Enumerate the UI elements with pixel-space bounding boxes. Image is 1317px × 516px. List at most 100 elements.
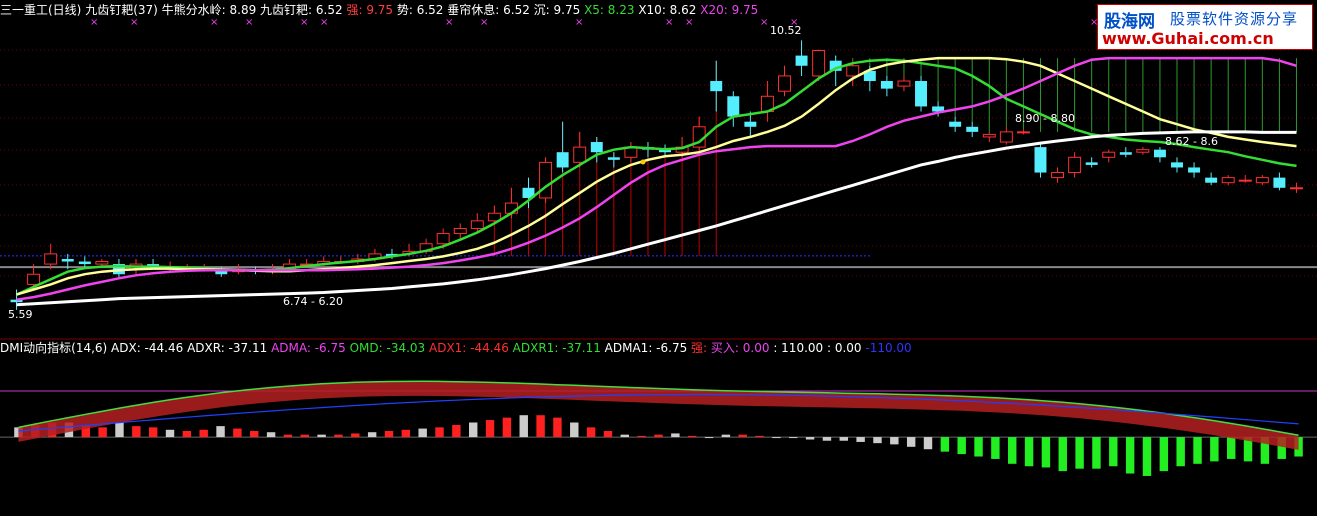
candle-59 <box>1016 131 1030 134</box>
dmi-bar-22 <box>384 431 394 438</box>
candle-26 <box>453 227 467 235</box>
dmi-bar-39 <box>671 433 680 438</box>
top-marker-5: × <box>320 17 328 28</box>
dmi-bar-44 <box>755 435 764 438</box>
dmi-bar-38 <box>654 434 663 438</box>
candle-27 <box>470 220 484 229</box>
dmi-bar-10 <box>182 431 192 438</box>
dmi-bar-33 <box>570 422 579 438</box>
dmi-bar-66 <box>1125 437 1135 474</box>
top-marker-2: × <box>210 17 218 28</box>
candle-25 <box>436 233 450 245</box>
ma-line-X10 <box>16 56 1297 296</box>
top-marker-11: × <box>760 17 768 28</box>
dmi-bar-29 <box>502 417 512 438</box>
dmi-bar-41 <box>704 437 714 439</box>
top-marker-12: × <box>790 17 798 28</box>
candle-74 <box>1273 177 1286 188</box>
candle-42 <box>727 96 740 117</box>
dmi-bar-63 <box>1075 437 1084 469</box>
candle-56 <box>966 126 979 132</box>
logo-slogan: 股票软件资源分享 <box>1170 10 1299 28</box>
candle-41 <box>710 81 723 92</box>
candle-34 <box>590 142 603 153</box>
dmi-bar-17 <box>300 434 309 438</box>
candle-52 <box>897 80 911 87</box>
signal-dot <box>640 159 646 165</box>
candle-58 <box>999 131 1013 143</box>
top-marker-3: × <box>245 17 253 28</box>
dmi-bar-60 <box>1024 437 1034 467</box>
dmi-bar-16 <box>283 434 293 438</box>
candle-4 <box>78 261 91 265</box>
dmi-bar-55 <box>940 437 950 452</box>
dmi-bar-69 <box>1176 437 1185 467</box>
dmi-bar-6 <box>115 422 124 438</box>
candle-68 <box>1171 162 1183 168</box>
dmi-bar-65 <box>1109 437 1118 467</box>
candle-46 <box>795 55 808 66</box>
dmi-bar-30 <box>519 415 528 438</box>
candle-70 <box>1205 177 1218 183</box>
dmi-bar-27 <box>469 422 478 438</box>
dmi-bar-59 <box>1008 437 1017 464</box>
candle-63 <box>1085 162 1098 165</box>
candle-31 <box>539 161 553 199</box>
label-low: 6.74 - 6.20 <box>283 295 343 308</box>
candle-60 <box>1034 147 1047 173</box>
dmi-bar-43 <box>738 434 747 438</box>
dmi-bar-45 <box>772 437 781 439</box>
logo-url: www.Guhai.com.cn <box>1102 29 1274 48</box>
candle-2 <box>44 253 58 265</box>
dmi-bar-32 <box>553 417 562 438</box>
candle-55 <box>949 121 962 127</box>
label-right: 8.62 - 8.6 <box>1165 135 1218 148</box>
candle-64 <box>1102 151 1116 158</box>
candle-66 <box>1136 149 1150 153</box>
dmi-bar-11 <box>199 429 208 438</box>
candle-53 <box>915 81 927 107</box>
candle-71 <box>1221 177 1235 184</box>
dmi-bar-56 <box>957 437 966 455</box>
dmi-bar-24 <box>418 428 427 438</box>
dmi-bar-14 <box>250 431 259 438</box>
top-marker-10: × <box>685 17 693 28</box>
dmi-bar-5 <box>98 427 107 438</box>
dmi-bar-7 <box>132 426 141 438</box>
candle-67 <box>1153 149 1166 158</box>
top-marker-0: × <box>90 17 98 28</box>
candle-32 <box>556 152 569 168</box>
candle-33 <box>573 146 587 163</box>
dmi-bar-53 <box>906 437 916 447</box>
guhai-logo: 股海网 股票软件资源分享 www.Guhai.com.cn <box>1097 4 1313 50</box>
candle-61 <box>1051 172 1065 179</box>
candle-47 <box>812 50 826 77</box>
dmi-bar-8 <box>148 427 158 438</box>
candle-62 <box>1068 156 1082 174</box>
dmi-bar-37 <box>637 435 646 438</box>
label-mid: 8.90 - 8.80 <box>1015 112 1075 125</box>
candle-45 <box>778 75 791 92</box>
dmi-bar-64 <box>1092 437 1101 469</box>
stock-chart[interactable]: 10.528.90 - 8.808.62 - 8.66.74 - 6.205.5… <box>0 0 1317 516</box>
dmi-bar-13 <box>233 428 242 438</box>
candle-57 <box>982 133 996 138</box>
candle-1 <box>27 273 41 285</box>
dmi-bar-46 <box>789 437 798 439</box>
dmi-bar-19 <box>334 434 343 438</box>
dmi-bar-26 <box>452 424 461 438</box>
candle-35 <box>607 157 620 160</box>
top-marker-4: × <box>300 17 308 28</box>
dmi-bar-61 <box>1041 437 1051 468</box>
dmi-bar-68 <box>1159 437 1169 472</box>
dmi-bar-42 <box>721 434 731 438</box>
candle-3 <box>61 258 74 262</box>
dmi-bar-70 <box>1193 437 1202 464</box>
top-marker-8: × <box>575 17 583 28</box>
top-marker-6: × <box>445 17 453 28</box>
dmi-bar-54 <box>923 437 933 450</box>
candle-49 <box>846 65 860 77</box>
top-marker-1: × <box>130 17 138 28</box>
dmi-bar-49 <box>839 437 848 441</box>
dmi-bar-12 <box>216 426 225 438</box>
